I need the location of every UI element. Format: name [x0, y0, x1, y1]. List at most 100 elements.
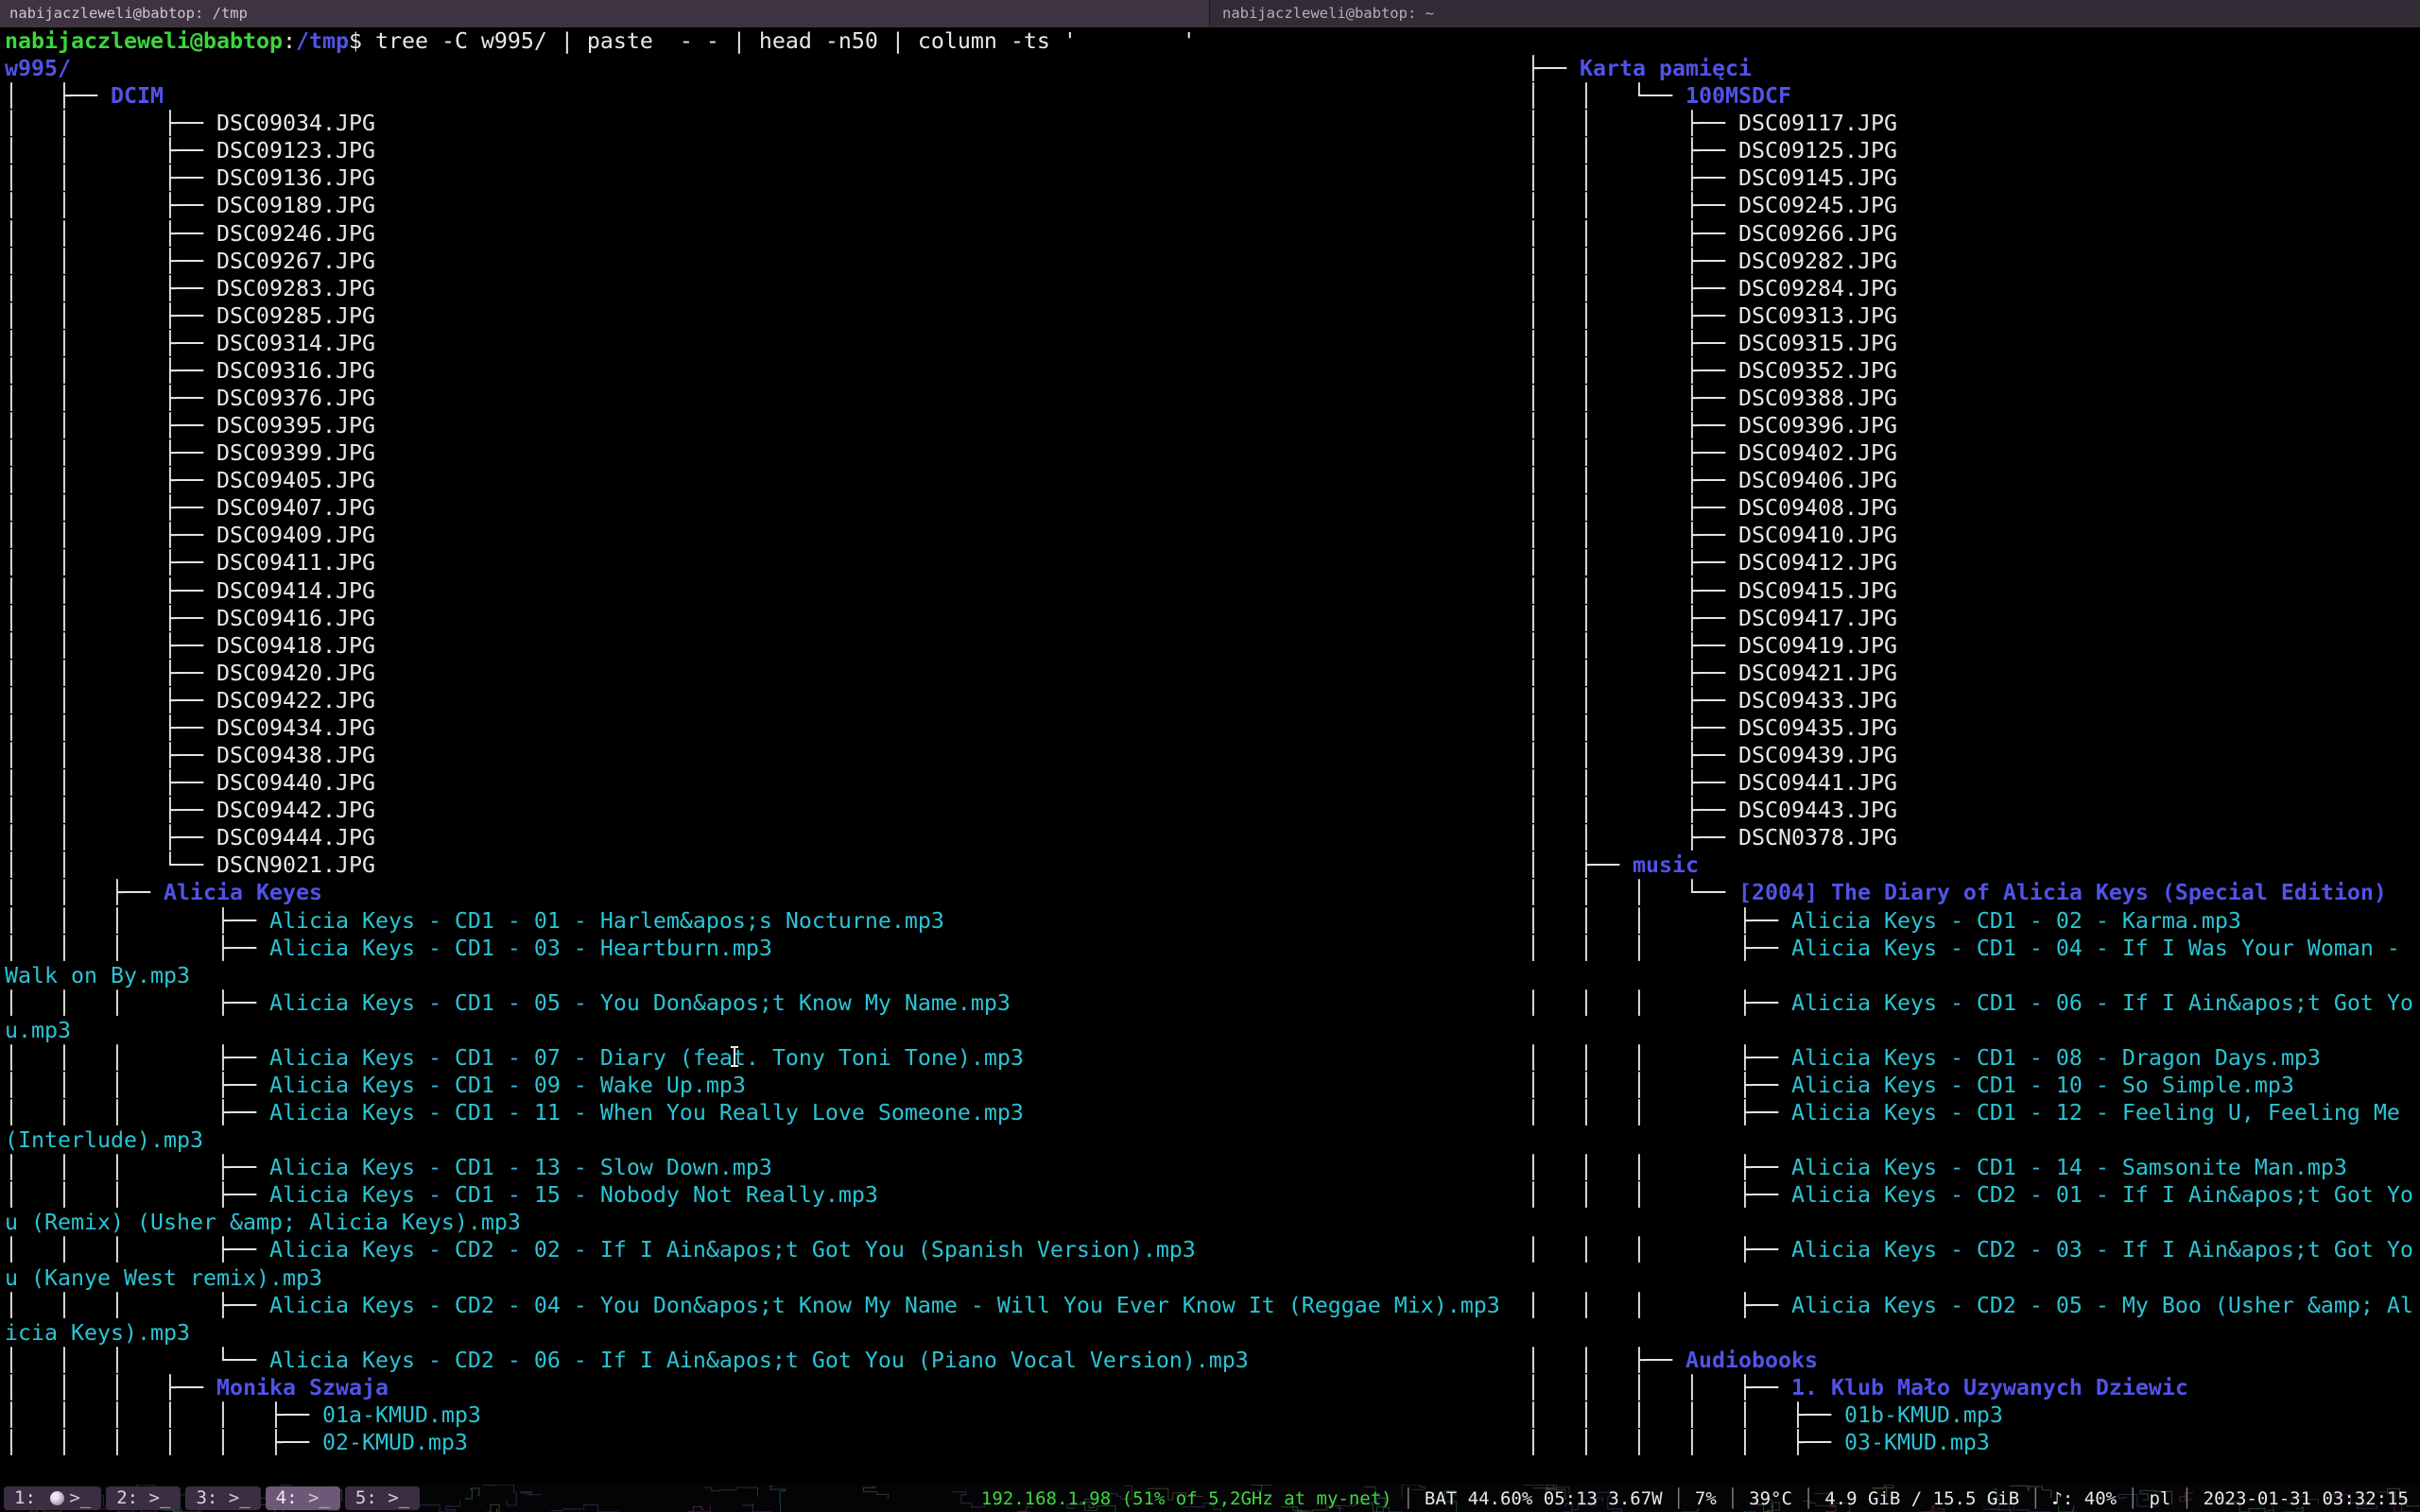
tree-branch-glyphs: │ │ │ ├── [5, 1100, 269, 1125]
jpg-file-name: DSC09433.JPG [1738, 688, 1897, 713]
tree-branch-glyphs: │ │ ├── [1527, 111, 1738, 136]
tree-row-right-column: │ │ ├── DSC09284.JPG [1527, 275, 1897, 302]
mp3-file-name: 01b-KMUD.mp3 [1844, 1402, 2003, 1428]
tree-row-right-column: │ │ ├── DSC09421.JPG [1527, 660, 1897, 687]
tree-row-right-column: │ │ ├── DSC09266.JPG [1527, 220, 1897, 248]
mp3-file-name: 03-KMUD.mp3 [1844, 1430, 1990, 1455]
status-separator: │ [2170, 1488, 2203, 1509]
mp3-file-name: Alicia Keys - CD2 - 06 - If I Ain&apos;t… [269, 1348, 1249, 1373]
clock: 2023-01-31 03:32:15 [2204, 1488, 2409, 1509]
tree-branch-glyphs: │ │ ├── [1527, 331, 1738, 356]
tree-row-right-column: │ │ ├── DSCN0378.JPG [1527, 824, 1897, 851]
workspace-button-5[interactable]: 5: >_ [345, 1486, 420, 1510]
tree-row-right-column: │ │ ├── DSC09406.JPG [1527, 467, 1897, 494]
tree-branch-glyphs: │ │ ├── [1527, 523, 1738, 548]
tree-row: │ │ ├── DSC09418.JPG│ │ ├── DSC09419.JPG [0, 632, 2420, 660]
jpg-file-name: DSC09415.JPG [1738, 578, 1897, 604]
terminal-screen[interactable]: nabijaczleweli@babtop:/tmp$ tree -C w995… [0, 27, 2420, 1485]
tree-branch-glyphs: │ │ ├── [5, 578, 216, 604]
tree-branch-glyphs: │ │ │ ├── [1527, 908, 1791, 934]
tree-row: │ │ ├── DSC09034.JPG│ │ ├── DSC09117.JPG [0, 110, 2420, 137]
jpg-file-name: DSC09406.JPG [1738, 468, 1897, 493]
tree-row: │ │ ├── DSC09434.JPG│ │ ├── DSC09435.JPG [0, 714, 2420, 742]
tree-row-right-column: │ │ ├── DSC09125.JPG [1527, 137, 1897, 164]
tree-row-right-column: │ │ │ ├── Alicia Keys - CD1 - 04 - If I … [1527, 935, 2413, 962]
network-status: 192.168.1.98 (51% of 5,2GHz at my-net) [981, 1488, 1392, 1509]
workspace-button-3[interactable]: 3: >_ [185, 1486, 260, 1510]
tree-row: │ │ ├── DSC09316.JPG│ │ ├── DSC09352.JPG [0, 357, 2420, 385]
tree-row-right-column: │ │ ├── DSC09245.JPG [1527, 192, 1897, 219]
jpg-file-name: DSC09416.JPG [216, 606, 375, 631]
tree-row: │ │ ├── DSC09189.JPG│ │ ├── DSC09245.JPG [0, 192, 2420, 219]
jpg-file-name: DSC09388.JPG [1738, 386, 1897, 411]
tree-branch-glyphs: │ │ │ │ │ ├── [1527, 1430, 1844, 1455]
tree-branch-glyphs: │ │ │ │ ├── [1527, 1375, 1791, 1400]
directory-name: 100MSDCF [1685, 83, 1791, 109]
tree-row-right-column: │ │ │ ├── Alicia Keys - CD1 - 06 - If I … [1527, 989, 2413, 1017]
tree-row: │ │ ├── DSC09314.JPG│ │ ├── DSC09315.JPG [0, 330, 2420, 357]
tree-row-right-column: │ │ ├── DSC09441.JPG [1527, 769, 1897, 797]
tree-branch-glyphs: │ │ │ │ │ ├── [1527, 1402, 1844, 1428]
tree-branch-glyphs: │ │ ├── [1527, 303, 1738, 329]
jpg-file-name: DSCN9021.JPG [216, 852, 375, 878]
tree-branch-glyphs: │ │ ├── [5, 111, 216, 136]
tree-row-right-column: │ │ ├── DSC09415.JPG [1527, 577, 1897, 605]
jpg-file-name: DSC09117.JPG [1738, 111, 1897, 136]
tree-row-right-column: │ │ │ ├── Alicia Keys - CD2 - 01 - If I … [1527, 1181, 2413, 1209]
jpg-file-name: DSC09410.JPG [1738, 523, 1897, 548]
terminal-tab-inactive[interactable]: nabijaczleweli@babtop: ~ [1210, 0, 2420, 27]
mp3-file-name: Alicia Keys - CD1 - 01 - Harlem&apos;s N… [269, 908, 944, 934]
tree-row-right-column: │ │ ├── DSC09117.JPG [1527, 110, 1897, 137]
tree-branch-glyphs: │ │ ├── [5, 303, 216, 329]
status-separator: │ [2117, 1488, 2149, 1509]
workspace-button-4[interactable]: 4: >_ [266, 1486, 340, 1510]
mp3-file-name: Alicia Keys - CD2 - 03 - If I Ain&apos;t… [1791, 1237, 2413, 1263]
mp3-file-name: Walk on By.mp3 [5, 963, 190, 988]
firefox-icon [50, 1491, 64, 1505]
tree-row-right-column: │ │ ├── DSC09412.JPG [1527, 549, 1897, 576]
tree-row: │ │ │ ├── Alicia Keys - CD1 - 07 - Diary… [0, 1044, 2420, 1072]
tree-branch-glyphs: │ │ │ ├── [5, 908, 269, 934]
directory-name: Karta pamięci [1580, 56, 1752, 81]
jpg-file-name: DSC09189.JPG [216, 193, 375, 218]
tree-branch-glyphs: │ │ │ ├── [1527, 1293, 1791, 1318]
tree-branch-glyphs: │ │ │ └── [1527, 880, 1738, 905]
jpg-file-name: DSC09034.JPG [216, 111, 375, 136]
jpg-file-name: DSC09285.JPG [216, 303, 375, 329]
tree-branch-glyphs: │ │ ├── [5, 743, 216, 768]
tree-row: │ │ │ ├── Monika Szwaja│ │ │ │ ├── 1. Kl… [0, 1374, 2420, 1401]
jpg-file-name: DSC09245.JPG [1738, 193, 1897, 218]
mp3-file-name: Alicia Keys - CD1 - 06 - If I Ain&apos;t… [1791, 990, 2413, 1016]
jpg-file-name: DSC09145.JPG [1738, 165, 1897, 191]
tree-row: │ │ ├── DSC09399.JPG│ │ ├── DSC09402.JPG [0, 439, 2420, 467]
workspace-button-2[interactable]: 2: >_ [106, 1486, 181, 1510]
tree-branch-glyphs: │ │ ├── [5, 138, 216, 163]
tree-row-right-column: │ │ ├── DSC09443.JPG [1527, 797, 1897, 824]
tree-branch-glyphs: │ │ │ ├── [1527, 1100, 1791, 1125]
tree-row-right-column: │ │ │ ├── Alicia Keys - CD1 - 12 - Feeli… [1527, 1099, 2413, 1126]
cpu-usage: 7% [1695, 1488, 1717, 1509]
tree-row: │ │ │ ├── Alicia Keys - CD1 - 15 - Nobod… [0, 1181, 2420, 1209]
tree-row: │ │ ├── DSC09405.JPG│ │ ├── DSC09406.JPG [0, 467, 2420, 494]
jpg-file-name: DSC09439.JPG [1738, 743, 1897, 768]
tree-branch-glyphs: │ │ │ ├── [5, 1045, 269, 1071]
tree-row: │ │ ├── DSC09422.JPG│ │ ├── DSC09433.JPG [0, 687, 2420, 714]
terminal-tab-active[interactable]: nabijaczleweli@babtop: /tmp [0, 0, 1209, 27]
prompt-user-host: nabijaczleweli@babtop [5, 28, 283, 54]
mp3-file-name: Alicia Keys - CD1 - 08 - Dragon Days.mp3 [1791, 1045, 2321, 1071]
tree-row: │ │ ├── DSC09395.JPG│ │ ├── DSC09396.JPG [0, 412, 2420, 439]
tree-row-right-column: │ │ ├── DSC09388.JPG [1527, 385, 1897, 412]
tree-row: │ │ │ │ │ ├── 02-KMUD.mp3│ │ │ │ │ ├── 0… [0, 1429, 2420, 1456]
tree-row-right-column: │ │ │ ├── Alicia Keys - CD1 - 02 - Karma… [1527, 907, 2241, 935]
tree-row-right-column: │ │ ├── DSC09396.JPG [1527, 412, 1897, 439]
tree-row: │ │ ├── DSC09407.JPG│ │ ├── DSC09408.JPG [0, 494, 2420, 522]
tree-branch-glyphs: │ │ └── [5, 852, 216, 878]
tree-row: w995/├── Karta pamięci [0, 55, 2420, 82]
tree-branch-glyphs: │ │ ├── [5, 880, 164, 905]
jpg-file-name: DSC09313.JPG [1738, 303, 1897, 329]
tree-branch-glyphs: │ │ ├── [1527, 221, 1738, 247]
tree-branch-glyphs: │ │ │ ├── [5, 1237, 269, 1263]
workspace-button-1[interactable]: 1: >_ [4, 1486, 101, 1510]
tree-branch-glyphs: │ ├── [1527, 852, 1633, 878]
jpg-file-name: DSC09441.JPG [1738, 770, 1897, 796]
